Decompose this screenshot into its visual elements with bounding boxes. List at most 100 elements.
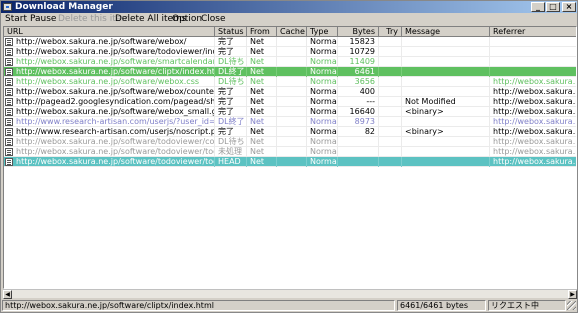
cell-referrer: http://webox.sakura.ne.jp/s — [490, 117, 576, 127]
scroll-right-icon[interactable]: ▶ — [568, 290, 577, 299]
table-row[interactable]: http://webox.sakura.ne.jp/software/webox… — [4, 107, 576, 117]
table-row[interactable]: http://webox.sakura.ne.jp/software/todov… — [4, 157, 576, 167]
cell-try — [379, 97, 402, 107]
close-window-button[interactable]: × — [562, 2, 576, 12]
column-header-referrer[interactable]: Referrer — [490, 27, 576, 37]
cell-text: http://webox.sakura.ne.jp/software/webox… — [16, 77, 200, 86]
cell-status: 完了 — [215, 87, 247, 97]
cell-url: http://pagead2.googlesyndication.com/pag… — [4, 97, 215, 107]
cell-text: DL終了 — [218, 117, 245, 126]
column-header-cache[interactable]: Cache — [277, 27, 307, 37]
cell-bytes: 82 — [338, 127, 379, 137]
cell-status: HEAD — [215, 157, 247, 167]
cell-url: http://www.research-artisan.com/userjs/?… — [4, 117, 215, 127]
table-row[interactable]: http://webox.sakura.ne.jp/software/smart… — [4, 57, 576, 67]
cell-try — [379, 137, 402, 147]
cell-text: 6461 — [354, 67, 375, 76]
cell-bytes: 6461 — [338, 67, 379, 77]
cell-message: <binary> — [402, 127, 490, 137]
minimize-button[interactable]: _ — [531, 2, 545, 12]
cell-from: Net — [247, 47, 277, 57]
status-state: リクエスト中 — [488, 300, 566, 311]
table-row[interactable]: http://webox.sakura.ne.jp/software/todov… — [4, 147, 576, 157]
table-row[interactable]: http://webox.sakura.ne.jp/software/webox… — [4, 87, 576, 97]
cell-text: Net — [250, 127, 265, 136]
table-row[interactable]: http://www.research-artisan.com/userjs/?… — [4, 117, 576, 127]
cell-bytes: 16640 — [338, 107, 379, 117]
document-icon — [5, 78, 13, 86]
cell-type: Normal — [307, 157, 338, 167]
cell-message — [402, 47, 490, 57]
document-icon — [5, 148, 13, 156]
table-row[interactable]: http://webox.sakura.ne.jp/software/clipt… — [4, 67, 576, 77]
cell-type: Normal — [307, 127, 338, 137]
cell-text: http://webox.sakura.ne.jp/s — [493, 87, 576, 96]
column-header-try[interactable]: Try — [379, 27, 402, 37]
cell-message — [402, 77, 490, 87]
cell-status: DL終了 — [215, 117, 247, 127]
resize-grip-icon[interactable] — [567, 301, 576, 310]
cell-text: http://webox.sakura.ne.jp/s — [493, 157, 576, 166]
document-icon — [5, 128, 13, 136]
cell-cache — [277, 57, 307, 67]
cell-message — [402, 37, 490, 47]
cell-from: Net — [247, 157, 277, 167]
column-header-url[interactable]: URL — [4, 27, 215, 37]
cell-message: Not Modified — [402, 97, 490, 107]
column-header-type[interactable]: Type — [307, 27, 338, 37]
menu-pause[interactable]: Pause — [30, 14, 56, 25]
scroll-left-icon[interactable]: ◀ — [3, 290, 12, 299]
cell-text: Normal — [310, 157, 338, 166]
cell-text: Net — [250, 67, 265, 76]
cell-from: Net — [247, 77, 277, 87]
cell-message — [402, 157, 490, 167]
column-header-bytes[interactable]: Bytes — [338, 27, 379, 37]
cell-text: Not Modified — [405, 97, 456, 106]
cell-text: http://webox.sakura.ne.jp/software/webox… — [16, 87, 215, 96]
table-row[interactable]: http://pagead2.googlesyndication.com/pag… — [4, 97, 576, 107]
cell-url: http://webox.sakura.ne.jp/software/todov… — [4, 47, 215, 57]
cell-text: http://webox.sakura.ne.jp/s — [493, 137, 576, 146]
cell-message — [402, 137, 490, 147]
cell-cache — [277, 97, 307, 107]
download-list[interactable]: URL Status From Cache Type Bytes Try Mes… — [3, 26, 577, 289]
cell-text: http://webox.sakura.ne.jp/s — [493, 77, 576, 86]
cell-cache — [277, 77, 307, 87]
cell-type: Normal — [307, 37, 338, 47]
horizontal-scrollbar[interactable]: ◀ ▶ — [3, 289, 577, 299]
menu-close[interactable]: Close — [201, 14, 226, 25]
cell-status: 未処理 — [215, 147, 247, 157]
column-header-message[interactable]: Message — [402, 27, 490, 37]
menu-option[interactable]: Option — [172, 14, 202, 25]
maximize-button[interactable]: □ — [546, 2, 560, 12]
table-row[interactable]: http://webox.sakura.ne.jp/software/todov… — [4, 47, 576, 57]
cell-type: Normal — [307, 97, 338, 107]
column-header-from[interactable]: From — [247, 27, 277, 37]
cell-text: <binary> — [405, 127, 444, 136]
column-header-status[interactable]: Status — [215, 27, 247, 37]
table-row[interactable]: http://www.research-artisan.com/userjs/n… — [4, 127, 576, 137]
table-row[interactable]: http://webox.sakura.ne.jp/software/webox… — [4, 77, 576, 87]
cell-text: 15823 — [349, 37, 375, 46]
cell-status: DL待ち — [215, 57, 247, 67]
cell-url: http://webox.sakura.ne.jp/software/clipt… — [4, 67, 215, 77]
cell-from: Net — [247, 117, 277, 127]
table-row[interactable]: http://webox.sakura.ne.jp/software/todov… — [4, 137, 576, 147]
cell-url: http://webox.sakura.ne.jp/software/todov… — [4, 147, 215, 157]
cell-try — [379, 117, 402, 127]
cell-bytes — [338, 137, 379, 147]
cell-text: 完了 — [218, 97, 234, 106]
cell-try — [379, 127, 402, 137]
cell-text: Normal — [310, 137, 338, 146]
cell-text: Normal — [310, 77, 338, 86]
table-row[interactable]: http://webox.sakura.ne.jp/software/webox… — [4, 37, 576, 47]
cell-text: Net — [250, 77, 265, 86]
cell-text: HEAD — [218, 157, 241, 166]
cell-text: http://webox.sakura.ne.jp/software/smart… — [16, 57, 214, 66]
document-icon — [5, 88, 13, 96]
document-icon — [5, 158, 13, 166]
cell-cache — [277, 37, 307, 47]
cell-text: 完了 — [218, 37, 234, 46]
cell-url: http://webox.sakura.ne.jp/software/smart… — [4, 57, 215, 67]
menu-start[interactable]: Start — [5, 14, 27, 25]
